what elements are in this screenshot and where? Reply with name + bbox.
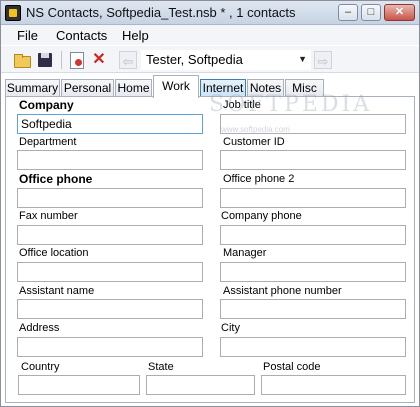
menu-bar: File Contacts Help: [1, 25, 419, 45]
assistant-name-field[interactable]: [17, 299, 203, 319]
address-label: Address: [19, 322, 60, 334]
menu-contacts[interactable]: Contacts: [56, 28, 107, 43]
close-icon: ✕: [394, 6, 405, 18]
app-logo-icon: [5, 5, 21, 21]
tab-notes[interactable]: Notes: [247, 79, 284, 97]
company-phone-label: Company phone: [221, 210, 302, 222]
toolbar-separator: [61, 51, 62, 69]
assistant-phone-field[interactable]: [220, 299, 406, 319]
tab-home[interactable]: Home: [115, 79, 152, 97]
tab-internet[interactable]: Internet: [200, 79, 246, 97]
postal-code-field[interactable]: [261, 375, 406, 395]
tab-summary[interactable]: Summary: [5, 79, 60, 97]
delete-icon[interactable]: ✕: [89, 50, 109, 70]
country-field[interactable]: [18, 375, 140, 395]
maximize-button[interactable]: □: [361, 4, 381, 21]
folder-open-icon[interactable]: [13, 50, 33, 70]
minimize-button[interactable]: –: [338, 4, 358, 21]
office-location-field[interactable]: [17, 262, 203, 282]
address-field[interactable]: [17, 337, 203, 357]
menu-help[interactable]: Help: [122, 28, 149, 43]
manager-field[interactable]: [220, 262, 406, 282]
title-bar[interactable]: NS Contacts, Softpedia_Test.nsb * , 1 co…: [1, 1, 419, 25]
menu-file[interactable]: File: [17, 28, 38, 43]
company-phone-field[interactable]: [220, 225, 406, 245]
office-phone-label: Office phone: [19, 172, 93, 186]
forward-arrow-icon[interactable]: ⇨: [314, 51, 332, 69]
department-label: Department: [19, 136, 77, 148]
window-title: NS Contacts, Softpedia_Test.nsb * , 1 co…: [26, 5, 296, 20]
fax-number-label: Fax number: [19, 210, 78, 222]
postal-code-label: Postal code: [263, 361, 321, 373]
app-window: NS Contacts, Softpedia_Test.nsb * , 1 co…: [0, 0, 420, 407]
department-field[interactable]: [17, 150, 203, 170]
city-field[interactable]: [220, 337, 406, 357]
contact-selector[interactable]: Tester, Softpedia ▼: [141, 50, 311, 70]
chevron-down-icon[interactable]: ▼: [298, 50, 307, 69]
office-phone-2-field[interactable]: [220, 188, 406, 208]
contact-selector-value: Tester, Softpedia: [146, 52, 243, 67]
city-label: City: [221, 322, 240, 334]
assistant-phone-label: Assistant phone number: [223, 285, 342, 297]
back-arrow-icon[interactable]: ⇦: [119, 51, 137, 69]
state-label: State: [148, 361, 174, 373]
manager-label: Manager: [223, 247, 267, 259]
tab-personal[interactable]: Personal: [61, 79, 114, 97]
office-phone-field[interactable]: [17, 188, 203, 208]
tab-work[interactable]: Work: [153, 75, 199, 98]
job-title-field[interactable]: [220, 114, 406, 134]
office-location-label: Office location: [19, 247, 89, 259]
new-contact-icon[interactable]: [67, 50, 87, 70]
fax-number-field[interactable]: [17, 225, 203, 245]
close-button[interactable]: ✕: [384, 4, 415, 21]
assistant-name-label: Assistant name: [19, 285, 95, 297]
job-title-label: Job title: [223, 99, 261, 111]
customer-id-label: Customer ID: [223, 136, 285, 148]
company-label: Company: [19, 98, 74, 112]
office-phone-2-label: Office phone 2: [223, 173, 295, 185]
state-field[interactable]: [146, 375, 255, 395]
company-field[interactable]: Softpedia: [17, 114, 203, 134]
save-icon[interactable]: [36, 50, 56, 70]
maximize-icon: □: [367, 6, 375, 18]
tab-misc[interactable]: Misc: [285, 79, 324, 97]
minimize-icon: –: [344, 6, 352, 18]
country-label: Country: [21, 361, 60, 373]
customer-id-field[interactable]: [220, 150, 406, 170]
